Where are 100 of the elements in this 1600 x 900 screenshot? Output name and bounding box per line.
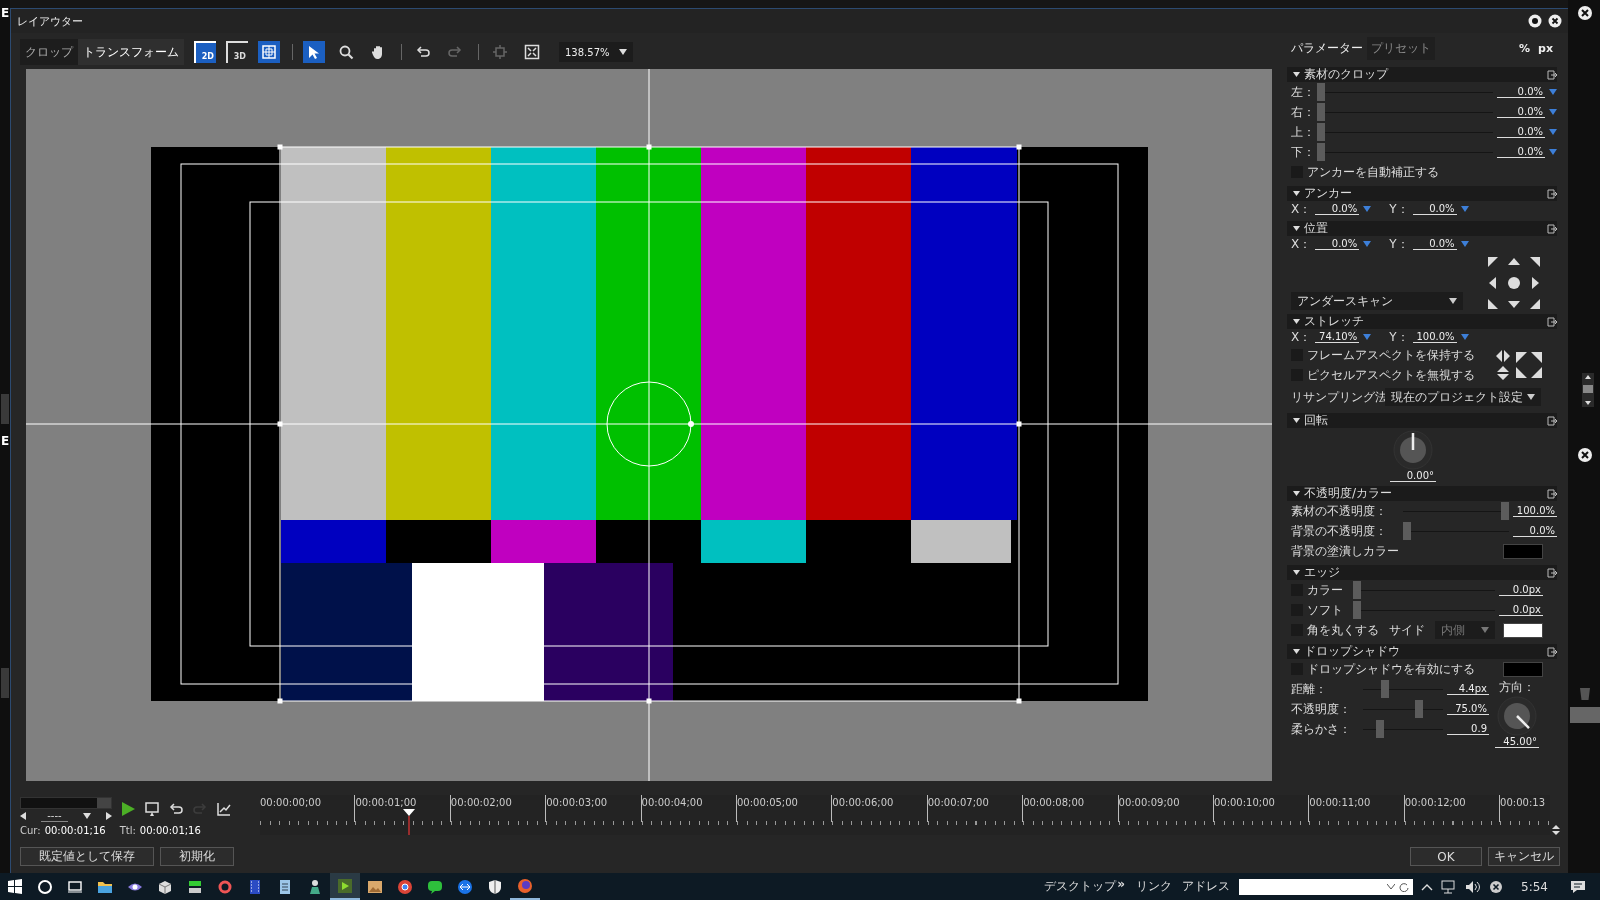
section-header[interactable]: 不透明度/カラー bbox=[1287, 486, 1557, 501]
channel-dropdown[interactable]: ---- bbox=[41, 810, 68, 822]
toolbar-label[interactable]: リンク bbox=[1136, 878, 1173, 895]
value-field[interactable]: 0.00° bbox=[1390, 470, 1436, 482]
graph-button[interactable] bbox=[216, 801, 232, 817]
close-icon[interactable] bbox=[1577, 447, 1593, 463]
taskbar-button[interactable] bbox=[330, 873, 360, 900]
expand-triangle-icon[interactable] bbox=[1293, 190, 1300, 197]
value-field[interactable]: 74.10% bbox=[1315, 331, 1360, 343]
pointer-tool-button[interactable] bbox=[303, 41, 325, 63]
close-icon[interactable] bbox=[1548, 14, 1562, 28]
slider[interactable] bbox=[1363, 679, 1443, 699]
export-icon[interactable] bbox=[1547, 646, 1557, 657]
caret-icon[interactable] bbox=[1449, 298, 1457, 304]
export-icon[interactable] bbox=[1547, 567, 1557, 578]
color-swatch[interactable] bbox=[1503, 661, 1543, 677]
export-icon[interactable] bbox=[1547, 69, 1557, 80]
value-field[interactable]: 100.0% bbox=[1513, 505, 1557, 517]
dialog-button[interactable]: 初期化 bbox=[160, 847, 234, 866]
slider-thumb[interactable] bbox=[1317, 123, 1325, 141]
value-field[interactable]: 0.0% bbox=[1412, 238, 1457, 250]
play-button[interactable] bbox=[120, 801, 136, 817]
export-icon[interactable] bbox=[1547, 316, 1557, 327]
expand-triangle-icon[interactable] bbox=[1293, 648, 1300, 655]
value-field[interactable]: 0.0% bbox=[1315, 238, 1360, 250]
volume-icon[interactable] bbox=[1465, 879, 1482, 894]
value-field[interactable]: 0.0% bbox=[1513, 525, 1557, 537]
slider-thumb[interactable] bbox=[1403, 522, 1411, 540]
clock[interactable]: 5:54 bbox=[1521, 879, 1548, 894]
time-ruler[interactable]: 00:00:00;00 00:00:01;00 00:00:02;00 00:00:03;00 00:00:04;00 00:00:05;00 00:00:06;00 00:00:07;00 00:00:08;00 00:00:09;00 00:00:10;00 00:00:11;00 00:00:12;00 00:00:13 bbox=[260, 795, 1550, 835]
toolbar-label[interactable]: アドレス bbox=[1182, 878, 1231, 895]
value-field[interactable]: 100.0% bbox=[1412, 331, 1457, 343]
slider-thumb[interactable] bbox=[1501, 502, 1509, 520]
resampling-dropdown[interactable]: 現在のプロジェクト設定 bbox=[1385, 388, 1541, 406]
scan-dropdown[interactable]: アンダースキャン bbox=[1291, 292, 1463, 310]
section-header[interactable]: アンカー bbox=[1287, 186, 1557, 201]
dialog-button[interactable]: OK bbox=[1410, 847, 1482, 866]
expand-triangle-icon[interactable] bbox=[1293, 71, 1300, 78]
section-header[interactable]: ドロップシャドウ bbox=[1287, 644, 1557, 659]
zoom-dropdown[interactable]: 138.57% bbox=[559, 42, 633, 62]
export-icon[interactable] bbox=[1547, 223, 1557, 234]
close-icon[interactable] bbox=[1577, 5, 1593, 21]
left-arrow-icon[interactable] bbox=[20, 812, 26, 820]
section-header[interactable]: 位置 bbox=[1287, 221, 1557, 236]
network-icon[interactable] bbox=[1441, 879, 1458, 894]
export-icon[interactable] bbox=[1547, 188, 1557, 199]
nudge-arrows-icon[interactable] bbox=[1487, 256, 1541, 310]
value-field[interactable]: 0.0px bbox=[1499, 604, 1543, 616]
slider-thumb[interactable] bbox=[1381, 680, 1389, 698]
slider[interactable] bbox=[1317, 102, 1493, 122]
notification-icon[interactable] bbox=[1570, 878, 1586, 895]
dial[interactable] bbox=[1497, 696, 1537, 736]
value-field[interactable]: 75.0% bbox=[1447, 703, 1489, 715]
slider-thumb[interactable] bbox=[1353, 581, 1361, 599]
refresh-icon[interactable] bbox=[1399, 881, 1410, 892]
export-icon[interactable] bbox=[1547, 415, 1557, 426]
slider[interactable] bbox=[1317, 122, 1493, 142]
value-field[interactable]: 45.00° bbox=[1495, 736, 1539, 748]
section-header[interactable]: 素材のクロップ bbox=[1287, 67, 1557, 82]
scroll-arrows-icon[interactable] bbox=[1582, 373, 1594, 407]
slider[interactable] bbox=[1363, 699, 1443, 719]
slider[interactable] bbox=[1353, 580, 1495, 600]
section-header[interactable]: 回転 bbox=[1287, 413, 1557, 428]
slider[interactable] bbox=[1317, 142, 1493, 162]
caret-icon[interactable] bbox=[619, 49, 627, 55]
slider[interactable] bbox=[1353, 600, 1495, 620]
slider-thumb[interactable] bbox=[1317, 143, 1325, 161]
dialog-button[interactable]: 既定値として保存 bbox=[20, 847, 154, 866]
playhead[interactable] bbox=[403, 809, 415, 835]
value-field[interactable]: 0.0px bbox=[1499, 584, 1543, 596]
unit-button[interactable]: % bbox=[1515, 41, 1534, 55]
chevron-button[interactable]: » bbox=[1117, 876, 1126, 891]
slider-thumb[interactable] bbox=[1375, 720, 1384, 738]
grid-tool-button[interactable] bbox=[258, 41, 280, 63]
dialog-button[interactable]: キャンセル bbox=[1488, 847, 1560, 866]
value-field[interactable]: 0.0% bbox=[1315, 203, 1360, 215]
slider-thumb[interactable] bbox=[1317, 103, 1325, 121]
expand-triangle-icon[interactable] bbox=[1293, 569, 1300, 576]
slider-thumb[interactable] bbox=[1317, 83, 1325, 101]
right-arrow-icon[interactable] bbox=[106, 812, 112, 820]
value-field[interactable]: 0.0% bbox=[1497, 126, 1545, 138]
value-field[interactable]: 0.0% bbox=[1497, 106, 1545, 118]
aspect-arrows-icon[interactable] bbox=[1495, 348, 1511, 382]
close-circle-icon[interactable] bbox=[1489, 879, 1504, 894]
toolbar-label[interactable]: デスクトップ bbox=[1044, 878, 1117, 895]
expand-triangle-icon[interactable] bbox=[1293, 318, 1300, 325]
value-field[interactable]: 0.0% bbox=[1497, 146, 1545, 158]
corners-icon[interactable] bbox=[1515, 351, 1543, 379]
caret-icon[interactable] bbox=[1527, 394, 1535, 400]
expand-triangle-icon[interactable] bbox=[1293, 417, 1300, 424]
undo-button[interactable] bbox=[168, 801, 184, 817]
view-2d-button[interactable]: 2D bbox=[194, 41, 216, 63]
toolbar-tab[interactable]: トランスフォーム bbox=[78, 39, 184, 65]
slider[interactable] bbox=[1363, 719, 1443, 739]
caret-icon[interactable] bbox=[1387, 883, 1396, 890]
export-icon[interactable] bbox=[1547, 488, 1557, 499]
value-field[interactable]: 0.9 bbox=[1447, 723, 1489, 735]
slider-thumb[interactable] bbox=[1414, 700, 1423, 718]
caret-icon[interactable] bbox=[82, 813, 91, 819]
expand-triangle-icon[interactable] bbox=[1293, 490, 1300, 497]
